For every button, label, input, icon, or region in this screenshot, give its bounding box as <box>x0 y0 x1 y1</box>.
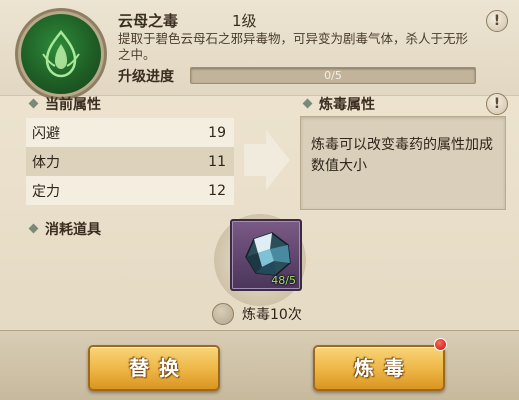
attr-value: 11 <box>208 153 226 170</box>
consumables-title-text: 消耗道具 <box>45 222 101 238</box>
item-count: 48/5 <box>271 274 296 287</box>
attr-row: 体力 11 <box>26 147 234 176</box>
attr-name: 闪避 <box>32 125 60 142</box>
attr-name: 定力 <box>32 183 60 200</box>
skill-level: 1级 <box>232 12 257 30</box>
refine-ten-times-label: 炼毒10次 <box>242 307 302 323</box>
upgrade-progress-bar: 0/5 <box>190 67 476 84</box>
diamond-bullet-icon <box>28 98 39 108</box>
current-attrs-title-text: 当前属性 <box>45 97 101 113</box>
diamond-bullet-icon <box>302 98 313 108</box>
poison-skill-icon <box>21 14 101 94</box>
current-attrs-title: 当前属性 <box>28 94 101 114</box>
refine-ten-times-checkbox[interactable] <box>212 303 234 325</box>
skill-info-button[interactable]: ! <box>486 10 508 32</box>
crystal-ore-icon <box>245 232 291 276</box>
refine-attrs-title: 炼毒属性 <box>302 94 375 114</box>
arrow-right-icon <box>244 130 290 190</box>
swap-button[interactable]: 替换 <box>88 345 220 391</box>
attr-row: 闪避 19 <box>26 118 234 147</box>
skill-description: 提取于碧色云母石之邪异毒物，可异变为剧毒气体，杀人于无形之中。 <box>118 31 469 62</box>
refine-description-box: 炼毒可以改变毒药的属性加成数值大小 <box>300 116 506 210</box>
diamond-bullet-icon <box>28 223 39 233</box>
attr-name: 体力 <box>32 154 60 171</box>
refine-attrs-title-text: 炼毒属性 <box>319 97 375 113</box>
poison-refine-panel: 云母之毒 1级 提取于碧色云母石之邪异毒物，可异变为剧毒气体，杀人于无形之中。 … <box>0 0 519 400</box>
skill-header: 云母之毒 1级 提取于碧色云母石之邪异毒物，可异变为剧毒气体，杀人于无形之中。 … <box>0 0 519 96</box>
upgrade-progress-label: 升级进度 <box>118 69 174 85</box>
attr-row: 定力 12 <box>26 176 234 205</box>
refine-info-button[interactable]: ! <box>486 93 508 115</box>
refine-button[interactable]: 炼毒 <box>313 345 445 391</box>
attr-value: 12 <box>208 182 226 199</box>
attr-value: 19 <box>208 124 226 141</box>
skill-name: 云母之毒 <box>118 12 179 30</box>
current-attrs-table: 闪避 19 体力 11 定力 12 <box>26 118 234 205</box>
consumables-title: 消耗道具 <box>28 219 101 239</box>
upgrade-progress-text: 0/5 <box>324 69 342 82</box>
consumable-item-slot[interactable]: 48/5 <box>230 219 302 291</box>
notification-dot <box>434 338 447 351</box>
